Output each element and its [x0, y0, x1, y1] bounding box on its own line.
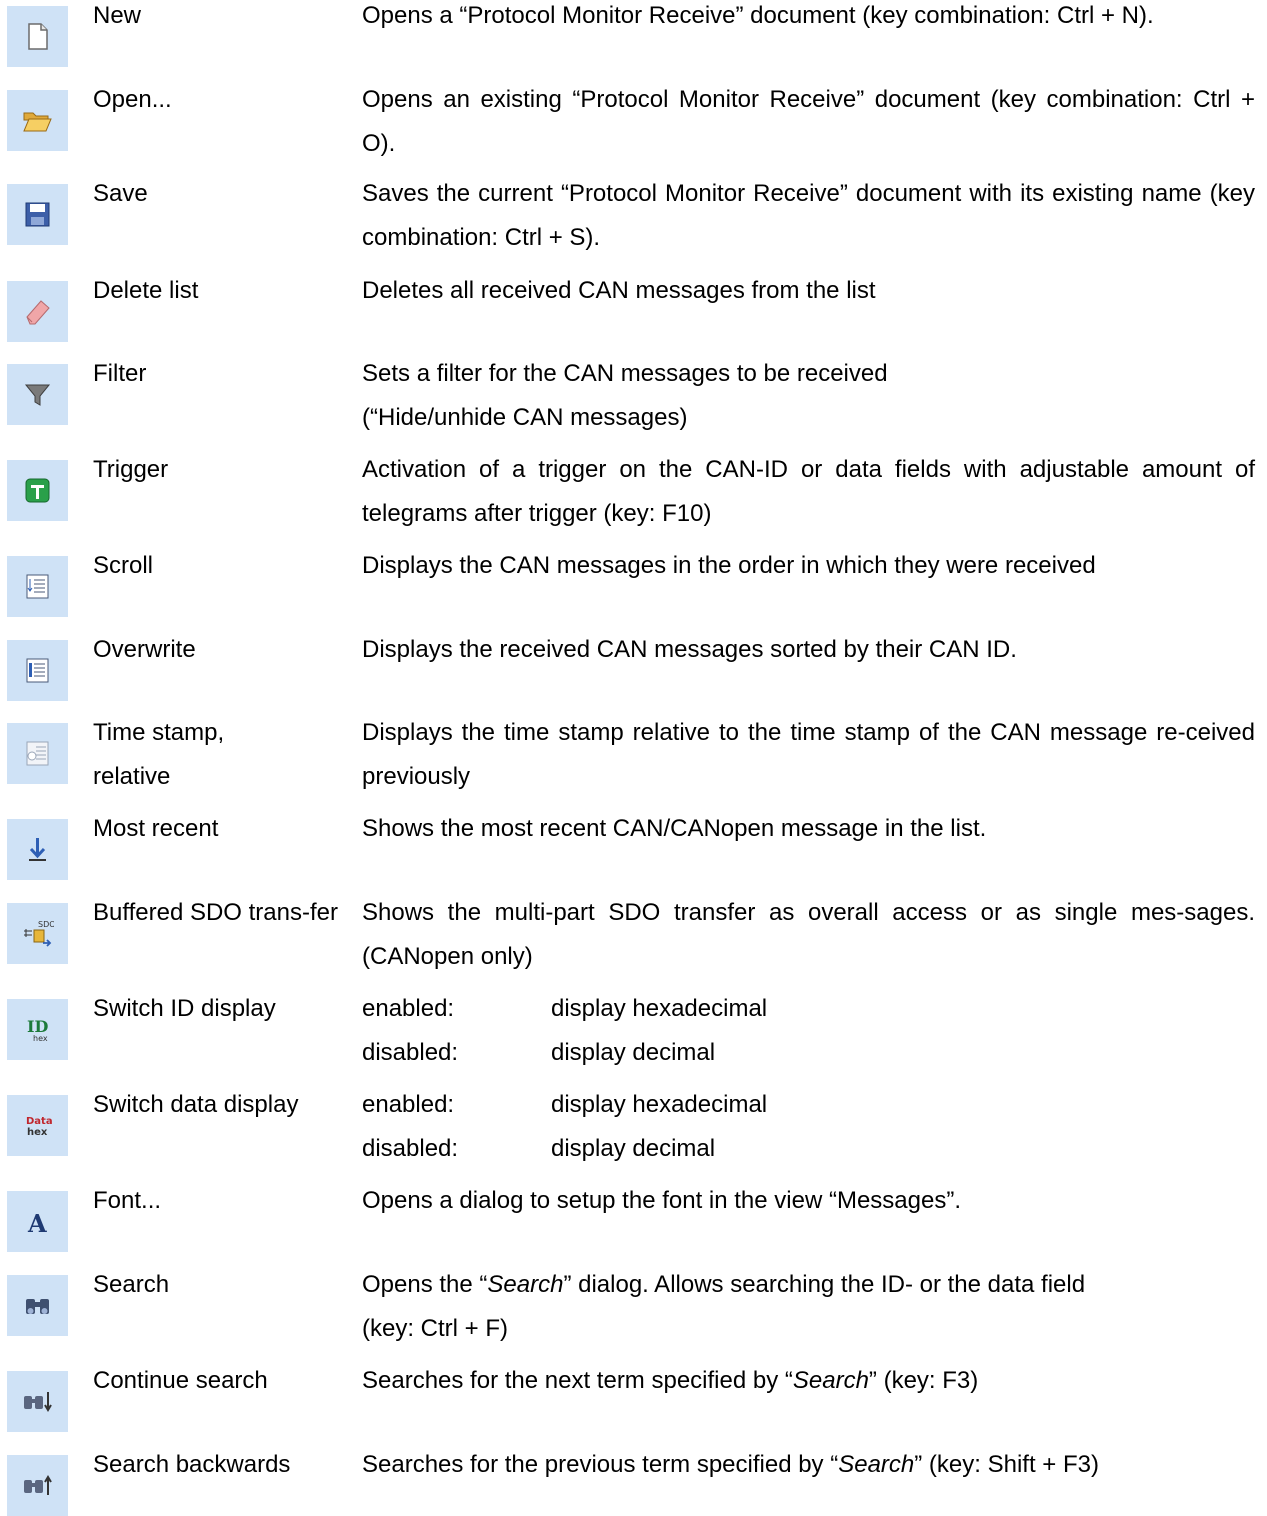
- description-text: Searches for the previous term specified…: [362, 1451, 839, 1478]
- setting-row: disabled: display decimal: [362, 1127, 1255, 1171]
- svg-text:A: A: [27, 1209, 47, 1238]
- command-description: Deletes all received CAN messages from t…: [362, 277, 876, 304]
- setting-value: display hexadecimal: [551, 1091, 768, 1118]
- description-text: Opens the “: [362, 1271, 488, 1298]
- command-name: Search: [93, 1271, 170, 1298]
- setting-row: disabled: display decimal: [362, 1031, 1255, 1075]
- description-text: ” (key: Shift + F3): [914, 1451, 1099, 1478]
- arrow-down-icon: [7, 819, 68, 880]
- dialog-name-emphasis: Search: [487, 1271, 564, 1298]
- description-line: Sets a filter for the CAN messages to be…: [362, 360, 888, 387]
- sdo-transfer-icon: SDO: [7, 903, 68, 964]
- command-description: enabled: display hexadecimal disabled: d…: [362, 987, 1255, 1075]
- description-line: (“Hide/unhide CAN messages): [362, 404, 688, 431]
- command-name: Overwrite: [93, 636, 196, 663]
- filter-funnel-icon: [7, 364, 68, 425]
- command-name: Time stamp, relative: [93, 711, 343, 799]
- svg-text:hex: hex: [27, 1127, 48, 1138]
- description-line: Opens the “Search” dialog. Allows search…: [362, 1263, 1255, 1307]
- description-text: ” dialog. Allows searching the ID- or th…: [563, 1271, 1086, 1298]
- setting-value: display decimal: [551, 1039, 716, 1066]
- command-name: Delete list: [93, 277, 199, 304]
- command-description: Activation of a trigger on the CAN-ID or…: [362, 456, 1255, 527]
- command-name: Buffered SDO trans-fer: [93, 899, 338, 926]
- dialog-name-emphasis: Search: [838, 1451, 915, 1478]
- command-description: Shows the multi-part SDO transfer as ove…: [362, 899, 1255, 970]
- new-document-icon: [7, 6, 68, 67]
- command-description: Opens an existing “Protocol Monitor Rece…: [362, 86, 1255, 157]
- time-stamp-icon: [7, 723, 68, 784]
- binoculars-icon: [7, 1275, 68, 1336]
- description-line: (key: Ctrl + F): [362, 1315, 509, 1342]
- command-name: New: [93, 2, 142, 29]
- command-description: Opens a “Protocol Monitor Receive” docum…: [362, 2, 1154, 29]
- command-description: Sets a filter for the CAN messages to be…: [362, 352, 1255, 440]
- font-icon: A: [7, 1191, 68, 1252]
- command-description: Displays the CAN messages in the order i…: [362, 552, 1096, 579]
- command-name: Switch data display: [93, 1091, 299, 1118]
- name-line: Time stamp,: [93, 719, 225, 746]
- command-name: Most recent: [93, 815, 219, 842]
- scroll-list-icon: [7, 556, 68, 617]
- command-name: Search backwards: [93, 1451, 291, 1478]
- command-name: Scroll: [93, 552, 154, 579]
- command-name: Open...: [93, 86, 172, 113]
- setting-value: display hexadecimal: [551, 995, 768, 1022]
- svg-text:SDO: SDO: [38, 920, 54, 929]
- command-description: Opens a dialog to setup the font in the …: [362, 1187, 962, 1214]
- command-description: Displays the received CAN messages sorte…: [362, 636, 1017, 663]
- command-description: Displays the time stamp relative to the …: [362, 719, 1255, 790]
- command-description: Searches for the next term specified by …: [362, 1359, 1255, 1403]
- open-folder-icon: [7, 90, 68, 151]
- command-name: Filter: [93, 360, 147, 387]
- id-hex-icon: ID hex: [7, 999, 68, 1060]
- description-text: ” (key: F3): [868, 1367, 979, 1394]
- command-description: Saves the current “Protocol Monitor Rece…: [362, 180, 1255, 251]
- setting-row: enabled: display hexadecimal: [362, 1083, 1255, 1127]
- command-description: Opens the “Search” dialog. Allows search…: [362, 1263, 1255, 1351]
- setting-state: enabled:: [362, 1091, 455, 1118]
- binoculars-up-icon: [7, 1455, 68, 1516]
- command-name: Continue search: [93, 1367, 268, 1394]
- command-name: Save: [93, 180, 148, 207]
- command-name: Font...: [93, 1187, 162, 1214]
- svg-text:Data: Data: [26, 1116, 53, 1127]
- setting-value: display decimal: [551, 1135, 716, 1162]
- command-name: Trigger: [93, 456, 169, 483]
- command-description: enabled: display hexadecimal disabled: d…: [362, 1083, 1255, 1171]
- dialog-name-emphasis: Search: [792, 1367, 869, 1394]
- setting-row: enabled: display hexadecimal: [362, 987, 1255, 1031]
- eraser-icon: [7, 281, 68, 342]
- command-description: Shows the most recent CAN/CANopen messag…: [362, 815, 987, 842]
- binoculars-down-icon: [7, 1371, 68, 1432]
- trigger-icon: [7, 460, 68, 521]
- svg-text:hex: hex: [33, 1034, 48, 1043]
- data-hex-icon: Data hex: [7, 1095, 68, 1156]
- description-text: Searches for the next term specified by …: [362, 1367, 793, 1394]
- setting-state: enabled:: [362, 995, 455, 1022]
- overwrite-list-icon: [7, 640, 68, 701]
- setting-state: disabled:: [362, 1039, 459, 1066]
- name-line: relative: [93, 763, 171, 790]
- save-disk-icon: [7, 184, 68, 245]
- setting-state: disabled:: [362, 1135, 459, 1162]
- command-description: Searches for the previous term specified…: [362, 1443, 1255, 1487]
- command-name: Switch ID display: [93, 995, 276, 1022]
